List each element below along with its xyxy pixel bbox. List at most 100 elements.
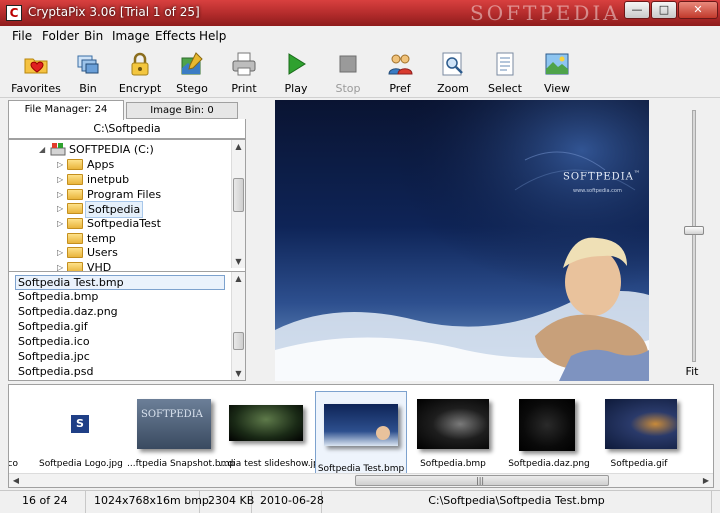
tree-folder[interactable]: ▷ Program Files: [9, 187, 229, 202]
play-button[interactable]: Play: [270, 50, 322, 96]
thumbnail-snapshot-text: SOFTPEDIA: [141, 409, 203, 420]
scroll-down-icon[interactable]: ▼: [232, 255, 245, 268]
thumbnail-item[interactable]: ...dia test slideshow.jpg: [219, 391, 324, 471]
file-item[interactable]: Softpedia.bmp: [18, 290, 98, 305]
file-item[interactable]: Softpedia.gif: [18, 320, 88, 335]
expand-arrow-icon[interactable]: ▷: [57, 201, 63, 216]
menu-file[interactable]: File: [12, 29, 32, 43]
thumbnail-item[interactable]: S Softpedia Logo.jpg: [39, 391, 123, 471]
softpedia-watermark: SOFTPEDIA: [470, 1, 621, 25]
menu-bar: File Folder Bin Image Effects Help: [0, 26, 720, 46]
view-button[interactable]: View: [531, 50, 583, 96]
stop-button[interactable]: Stop: [322, 50, 374, 96]
expand-arrow-icon[interactable]: ▷: [57, 157, 63, 172]
zoom-icon: [442, 52, 463, 76]
thumbnail-caption: Softpedia.gif: [610, 459, 668, 469]
thumbnail-image: [417, 399, 489, 449]
select-label: Select: [488, 82, 522, 95]
thumbnail-item[interactable]: SOFTPEDIA ...ftpedia Snapshot.bmp: [127, 391, 235, 471]
tree-folder[interactable]: ▷ Apps: [9, 157, 229, 172]
zoom-slider-track[interactable]: [692, 110, 696, 362]
stego-button[interactable]: Stego: [166, 50, 218, 96]
title-bar: C CryptaPix 3.06 [Trial 1 of 25] SOFTPED…: [0, 0, 720, 26]
fit-button[interactable]: Fit: [678, 365, 706, 378]
expand-arrow-icon[interactable]: ▷: [57, 245, 63, 260]
tree-scrollbar[interactable]: ▲ ▼: [231, 140, 245, 268]
scroll-right-icon[interactable]: ▶: [699, 474, 713, 487]
thumbnail-item[interactable]: Softpedia.bmp: [413, 391, 493, 471]
folder-icon: [67, 159, 83, 170]
status-bar: 16 of 24 1024x768x16m bmp 2304 KB 2010-0…: [0, 490, 720, 513]
close-button[interactable]: ✕: [678, 1, 718, 19]
view-icon: [545, 53, 569, 75]
expand-arrow-icon[interactable]: ▷: [57, 187, 63, 202]
scroll-left-icon[interactable]: ◀: [9, 474, 23, 487]
tree-folder-selected[interactable]: ▷ Softpedia: [9, 201, 229, 218]
file-item-selected[interactable]: Softpedia Test.bmp: [15, 275, 225, 290]
thumbnail-scrollbar[interactable]: ◀ ||| ▶: [9, 473, 713, 487]
tree-folder[interactable]: temp: [9, 231, 229, 246]
file-manager-panel: File Manager: 24 Image Bin: 0 C:\Softped…: [8, 100, 246, 382]
thumbnail-item[interactable]: Softpedia.daz.png: [508, 391, 590, 471]
bin-label: Bin: [79, 82, 97, 95]
scroll-up-icon[interactable]: ▲: [232, 272, 245, 285]
status-path: C:\Softpedia\Softpedia Test.bmp: [322, 491, 712, 513]
menu-effects[interactable]: Effects: [155, 29, 196, 43]
bin-icon: [77, 55, 99, 74]
thumbnail-image: [229, 405, 303, 441]
file-list-scrollbar[interactable]: ▲ ▼: [231, 272, 245, 380]
tree-folder[interactable]: ▷ inetpub: [9, 172, 229, 187]
thumbnail-item[interactable]: Softpedia.gif: [599, 391, 679, 471]
stop-label: Stop: [335, 82, 361, 95]
expand-arrow-icon[interactable]: ▷: [57, 172, 63, 187]
expand-arrow-icon[interactable]: ▷: [57, 216, 63, 231]
play-icon: [288, 53, 306, 75]
zoom-button[interactable]: Zoom: [427, 50, 479, 96]
favorites-button[interactable]: Favorites: [10, 50, 62, 96]
file-item[interactable]: Softpedia.psd: [18, 365, 93, 380]
encrypt-button[interactable]: Encrypt: [114, 50, 166, 96]
preview-brand: SOFTPEDIA™: [563, 170, 641, 182]
status-size: 2304 KB: [200, 491, 254, 513]
thumbnail-item-selected[interactable]: Softpedia Test.bmp: [315, 391, 407, 477]
status-dimensions: 1024x768x16m bmp: [86, 491, 209, 513]
tab-file-manager[interactable]: File Manager: 24: [8, 100, 124, 120]
folder-icon: [67, 233, 83, 244]
scroll-up-icon[interactable]: ▲: [232, 140, 245, 153]
encrypt-label: Encrypt: [118, 82, 162, 95]
preview-image[interactable]: SOFTPEDIA™ www.softpedia.com: [275, 100, 649, 381]
select-icon: [496, 52, 514, 76]
scrollbar-thumb[interactable]: [233, 332, 244, 350]
stop-icon: [339, 55, 357, 73]
thumbnail-item[interactable]: ico: [9, 391, 27, 471]
play-label: Play: [284, 82, 308, 95]
maximize-button[interactable]: □: [651, 1, 677, 19]
menu-help[interactable]: Help: [199, 29, 226, 43]
scroll-down-icon[interactable]: ▼: [232, 367, 245, 380]
print-button[interactable]: Print: [218, 50, 270, 96]
file-item[interactable]: Softpedia.ico: [18, 335, 90, 350]
collapse-arrow-icon[interactable]: ◢: [39, 142, 45, 157]
tree-drive[interactable]: ◢ SOFTPEDIA (C:): [9, 142, 229, 157]
status-date: 2010-06-28: [252, 491, 324, 513]
scrollbar-thumb[interactable]: |||: [355, 475, 609, 486]
lock-icon: [131, 52, 149, 76]
tree-folder[interactable]: ▷ Users: [9, 245, 229, 260]
stego-icon: [181, 52, 203, 75]
menu-image[interactable]: Image: [112, 29, 150, 43]
zoom-slider-thumb[interactable]: [684, 226, 704, 235]
tab-image-bin[interactable]: Image Bin: 0: [126, 102, 238, 119]
thumbnail-caption: Softpedia.bmp: [420, 459, 486, 469]
file-item[interactable]: Softpedia.daz.png: [18, 305, 118, 320]
file-item[interactable]: Softpedia.jpc: [18, 350, 90, 365]
menu-folder[interactable]: Folder: [42, 29, 79, 43]
menu-bin[interactable]: Bin: [84, 29, 103, 43]
grip-icon: |||: [476, 476, 485, 485]
select-button[interactable]: Select: [479, 50, 531, 96]
minimize-button[interactable]: —: [624, 1, 650, 19]
bin-button[interactable]: Bin: [62, 50, 114, 96]
scrollbar-thumb[interactable]: [233, 178, 244, 212]
thumbnail-caption: Softpedia Logo.jpg: [39, 459, 123, 469]
pref-button[interactable]: Pref: [374, 50, 426, 96]
tree-folder[interactable]: ▷ SoftpediaTest: [9, 216, 229, 231]
